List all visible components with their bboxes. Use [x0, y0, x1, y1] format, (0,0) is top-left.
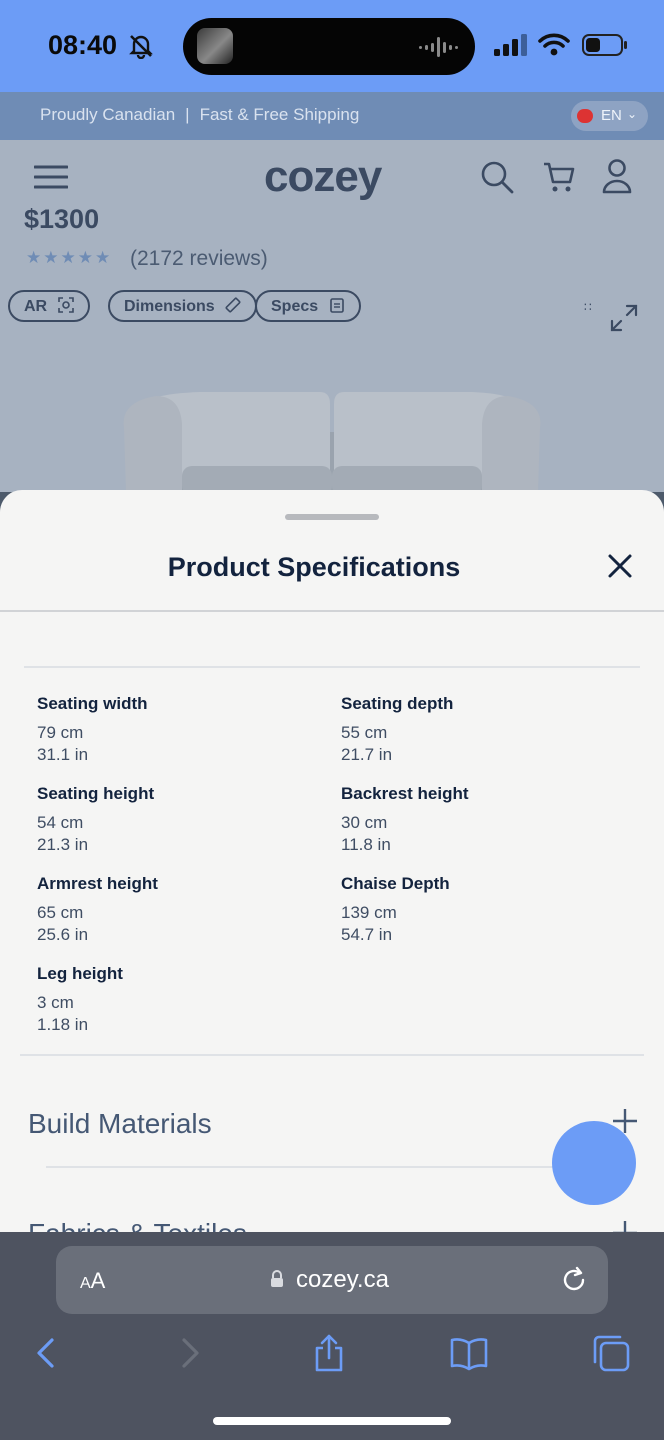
spec-value-in: 1.18 in	[37, 1015, 89, 1034]
product-price: $1300	[24, 204, 100, 234]
home-indicator[interactable]	[213, 1417, 451, 1425]
spec-label: Seating height	[37, 784, 155, 803]
cozey-logo[interactable]: cozey	[264, 152, 382, 202]
site-header: cozey	[0, 140, 664, 216]
spec-label: Seating depth	[341, 694, 454, 713]
review-count[interactable]: (2172 reviews)	[130, 247, 268, 271]
status-bar: 08:40	[0, 0, 664, 92]
build-materials-accordion[interactable]: Build Materials	[28, 1108, 212, 1140]
spec-value-cm: 55 cm	[341, 723, 388, 742]
spec-label: Seating width	[37, 694, 148, 713]
audio-waveform-icon	[419, 37, 458, 57]
spec-chaise-depth: Chaise Depth 139 cm 54.7 in	[341, 874, 631, 946]
spec-leg-height: Leg height 3 cm 1.18 in	[37, 964, 327, 1036]
spec-armrest-height: Armrest height 65 cm 25.6 in	[37, 874, 327, 946]
spec-value-cm: 65 cm	[37, 903, 84, 922]
fabrics-textiles-accordion[interactable]: Fabrics & Textiles	[28, 1218, 247, 1232]
cellular-signal-icon	[494, 34, 527, 56]
specs-label: Specs	[271, 298, 319, 315]
spec-value-in: 21.3 in	[37, 835, 89, 854]
promo-left: Proudly Canadian	[40, 105, 176, 124]
promo-text: Proudly Canadian | Fast & Free Shipping	[40, 105, 359, 125]
promo-bar: Proudly Canadian | Fast & Free Shipping EN…	[0, 92, 664, 140]
spec-backrest-height: Backrest height 30 cm 11.8 in	[341, 784, 631, 856]
wifi-icon	[538, 33, 570, 56]
spec-seating-height: Seating height 54 cm 21.3 in	[37, 784, 327, 856]
close-icon[interactable]	[604, 550, 636, 582]
dimensions-label: Dimensions	[124, 298, 215, 315]
spec-seating-depth: Seating depth 55 cm 21.7 in	[341, 694, 631, 766]
spec-label: Chaise Depth	[341, 874, 450, 893]
sheet-grabber[interactable]	[285, 514, 379, 520]
spec-value-in: 54.7 in	[341, 925, 393, 944]
now-playing-artwork	[197, 28, 233, 64]
spec-value-in: 25.6 in	[37, 925, 89, 944]
sheet-title: Product Specifications	[167, 552, 461, 582]
cart-icon[interactable]	[542, 160, 576, 194]
language-selector[interactable]: EN ⌄	[571, 101, 648, 131]
spec-value-cm: 3 cm	[37, 993, 74, 1012]
spec-label: Leg height	[37, 964, 123, 983]
ar-cube-icon	[57, 297, 74, 313]
ar-label: AR	[24, 298, 48, 315]
ar-button[interactable]: AR	[8, 290, 90, 322]
forward-icon[interactable]	[170, 1334, 208, 1372]
expand-plus-icon[interactable]	[612, 1220, 638, 1232]
chat-fab-button[interactable]	[552, 1121, 636, 1205]
product-specifications-sheet: Product Specifications Seating width 79 …	[0, 490, 664, 1232]
spec-value-in: 11.8 in	[341, 835, 391, 854]
account-icon[interactable]	[600, 158, 634, 194]
spec-value-cm: 79 cm	[37, 723, 84, 742]
chevron-down-icon: ⌄	[627, 107, 638, 121]
specs-bottom-divider	[20, 1054, 644, 1056]
battery-icon	[582, 34, 627, 56]
address-bar[interactable]: AA cozey.ca	[56, 1246, 608, 1314]
specs-top-divider	[24, 666, 640, 668]
url-text[interactable]: cozey.ca	[296, 1266, 389, 1294]
expand-icon[interactable]	[608, 302, 640, 334]
reload-icon[interactable]	[560, 1266, 588, 1294]
canada-flag-icon	[577, 109, 593, 123]
spec-value-cm: 139 cm	[341, 903, 397, 922]
back-icon[interactable]	[28, 1334, 66, 1372]
spec-value-cm: 30 cm	[341, 813, 388, 832]
sofa-product-image	[123, 392, 541, 492]
bell-muted-icon	[129, 35, 153, 59]
lock-icon	[271, 1270, 283, 1287]
search-icon[interactable]	[480, 160, 514, 194]
reader-settings-button[interactable]: AA	[80, 1268, 105, 1294]
specs-button[interactable]: Specs	[255, 290, 361, 322]
spec-value-cm: 54 cm	[37, 813, 84, 832]
aa-small-label: A	[80, 1275, 91, 1292]
spec-label: Armrest height	[37, 874, 158, 893]
clipboard-icon	[329, 298, 344, 313]
browser-toolbar: AA cozey.ca	[0, 1232, 664, 1440]
sheet-header-divider	[0, 610, 664, 612]
dimensions-button[interactable]: Dimensions	[108, 290, 258, 322]
spec-value-in: 21.7 in	[341, 745, 393, 764]
tabs-icon[interactable]	[592, 1334, 630, 1372]
spec-seating-width: Seating width 79 cm 31.1 in	[37, 694, 327, 766]
promo-right: Fast & Free Shipping	[199, 105, 360, 124]
spec-value-in: 31.1 in	[37, 745, 89, 764]
status-time: 08:40	[48, 30, 118, 60]
spec-label: Backrest height	[341, 784, 469, 803]
bookmarks-icon[interactable]	[450, 1334, 488, 1372]
ruler-icon	[225, 297, 241, 313]
hamburger-menu-icon[interactable]	[34, 164, 68, 190]
rating-stars-icon: ★★★★★	[26, 248, 113, 267]
promo-separator: |	[185, 105, 190, 124]
share-icon[interactable]	[310, 1334, 348, 1372]
language-label: EN	[601, 107, 622, 124]
drag-dots-icon: ∷	[584, 300, 592, 314]
aa-big-label: A	[90, 1268, 106, 1293]
dynamic-island[interactable]	[183, 18, 475, 75]
product-page-background: Proudly Canadian | Fast & Free Shipping EN…	[0, 92, 664, 492]
build-materials-divider	[46, 1166, 606, 1168]
